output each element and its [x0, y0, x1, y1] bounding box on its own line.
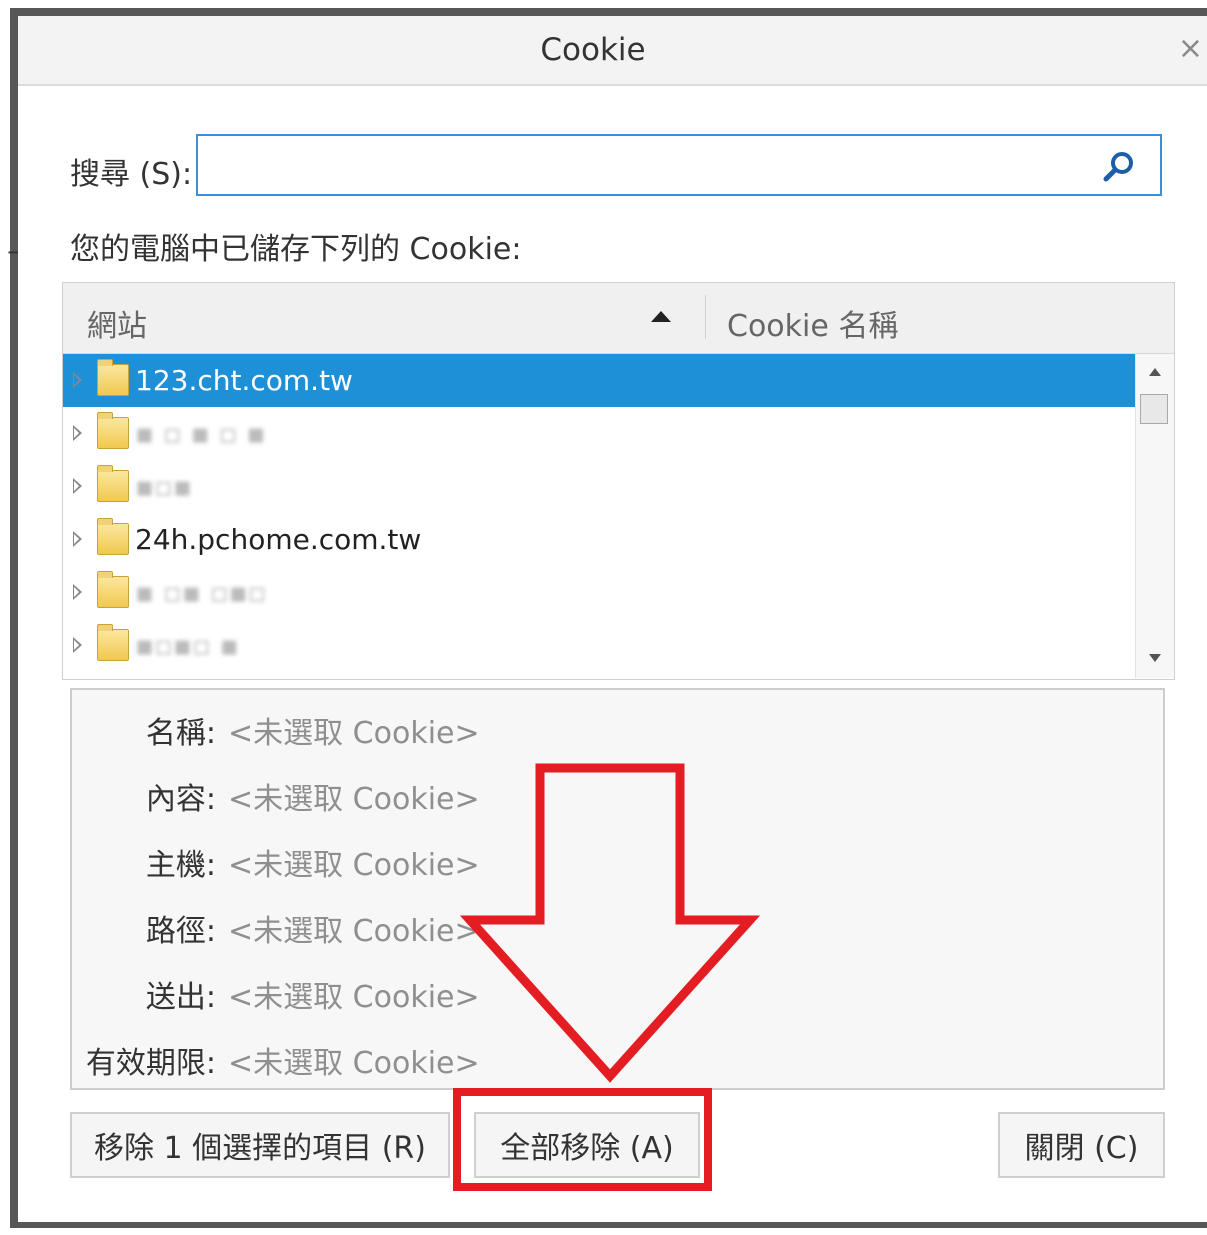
detail-row: 內容: <未選取 Cookie>: [72, 774, 1162, 817]
detail-value: <未選取 Cookie>: [228, 782, 480, 817]
site-label-redacted: ▪ ▫ ▪ ▫ ▪: [135, 417, 266, 450]
detail-value: <未選取 Cookie>: [228, 980, 480, 1015]
scrollbar-thumb[interactable]: [1140, 394, 1168, 424]
folder-icon: [97, 465, 129, 502]
expand-arrow-icon[interactable]: [73, 478, 82, 494]
site-label: 123.cht.com.tw: [135, 364, 353, 397]
detail-key: 內容:: [145, 782, 216, 817]
detail-key: 名稱:: [145, 716, 216, 751]
tree-row[interactable]: 123.cht.com.tw: [63, 354, 1135, 407]
search-label: 搜尋 (S):: [70, 157, 193, 192]
tree-header: 網站 Cookie 名稱: [63, 283, 1174, 354]
site-label-redacted: ▪ ▫▪ ▫▪▫: [135, 576, 267, 609]
tree-rows: 123.cht.com.tw ▪ ▫ ▪ ▫ ▪ ▪▫▪ 24h.pchome.…: [63, 354, 1135, 678]
detail-row: 路徑: <未選取 Cookie>: [72, 906, 1162, 949]
detail-row: 送出: <未選取 Cookie>: [72, 972, 1162, 1015]
search-input[interactable]: [204, 142, 1088, 190]
vertical-scrollbar[interactable]: [1135, 354, 1174, 678]
scroll-up-icon[interactable]: [1149, 368, 1161, 376]
search-field[interactable]: [196, 134, 1162, 196]
tree-row[interactable]: ▪▫▪▫ ▪: [63, 619, 1135, 672]
tree-row[interactable]: ▪ ▫▪ ▫▪▫: [63, 566, 1135, 619]
expand-arrow-icon[interactable]: [73, 372, 82, 388]
column-header-cookie-name[interactable]: Cookie 名稱: [727, 301, 898, 345]
sort-ascending-icon: [651, 311, 671, 322]
tree-row[interactable]: 24h.pchome.com.tw: [63, 513, 1135, 566]
close-button[interactable]: 關閉 (C): [998, 1112, 1165, 1178]
title-bar: Cookie ×: [18, 16, 1207, 86]
stored-cookies-label: 您的電腦中已儲存下列的 Cookie:: [70, 232, 522, 267]
remove-selected-button[interactable]: 移除 1 個選擇的項目 (R): [70, 1112, 450, 1178]
detail-value: <未選取 Cookie>: [228, 1046, 480, 1081]
cookie-dialog: Cookie × 搜尋 (S): 您的電腦中已儲存下列的 Cookie: 網站 …: [18, 16, 1207, 1222]
detail-key: 路徑:: [145, 914, 216, 949]
column-separator[interactable]: [705, 295, 706, 339]
folder-icon: [97, 359, 129, 396]
folder-icon: [97, 624, 129, 661]
detail-row: 有效期限: <未選取 Cookie>: [72, 1038, 1162, 1081]
window-frame-bottom: [18, 1222, 1207, 1228]
folder-icon: [97, 518, 129, 555]
expand-arrow-icon[interactable]: [73, 531, 82, 547]
tree-row[interactable]: ▪ ▫ ▪ ▫ ▪: [63, 407, 1135, 460]
expand-arrow-icon[interactable]: [73, 584, 82, 600]
detail-value: <未選取 Cookie>: [228, 716, 480, 751]
site-label-redacted: ▪▫▪▫ ▪: [135, 629, 239, 662]
cookie-tree[interactable]: 網站 Cookie 名稱 123.cht.com.tw ▪ ▫ ▪ ▫ ▪ ▪▫…: [62, 282, 1175, 680]
search-icon[interactable]: [1102, 150, 1136, 184]
detail-row: 主機: <未選取 Cookie>: [72, 840, 1162, 883]
detail-row: 名稱: <未選取 Cookie>: [72, 708, 1162, 751]
detail-value: <未選取 Cookie>: [228, 848, 480, 883]
folder-icon: [97, 571, 129, 608]
detail-key: 有效期限:: [85, 1046, 216, 1081]
cookie-details-panel: 名稱: <未選取 Cookie> 內容: <未選取 Cookie> 主機: <未…: [70, 688, 1165, 1090]
tree-row[interactable]: ▪▫▪: [63, 460, 1135, 513]
site-label-redacted: ▪▫▪: [135, 470, 192, 503]
detail-key: 送出:: [145, 980, 216, 1015]
expand-arrow-icon[interactable]: [73, 637, 82, 653]
site-label: 24h.pchome.com.tw: [135, 523, 422, 556]
annotation-highlight-box: [453, 1088, 712, 1191]
close-icon[interactable]: ×: [1178, 34, 1203, 64]
detail-key: 主機:: [145, 848, 216, 883]
scroll-down-icon[interactable]: [1149, 654, 1161, 662]
column-header-site[interactable]: 網站: [87, 301, 147, 345]
detail-value: <未選取 Cookie>: [228, 914, 480, 949]
folder-icon: [97, 412, 129, 449]
dialog-title: Cookie: [540, 32, 646, 68]
expand-arrow-icon[interactable]: [73, 425, 82, 441]
